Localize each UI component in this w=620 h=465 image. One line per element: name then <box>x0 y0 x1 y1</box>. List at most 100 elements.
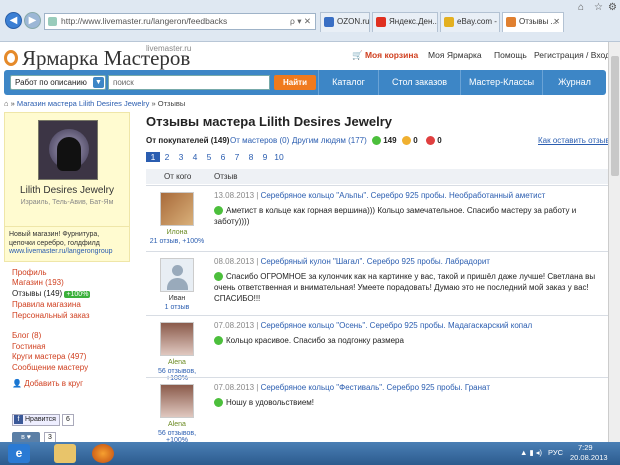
page-2[interactable]: 2 <box>160 152 174 162</box>
smile-negative-icon <box>426 136 435 146</box>
user-avatar[interactable] <box>160 384 194 418</box>
menu-circles[interactable]: Круги мастера (497) <box>12 352 130 363</box>
user-name[interactable]: Alena <box>146 421 208 428</box>
vk-share-button[interactable]: в ♥ <box>12 432 40 442</box>
tab-ozon[interactable]: OZON.ru <box>320 12 370 32</box>
tab-favicon-icon <box>324 17 334 27</box>
item-link[interactable]: Серебряное кольцо "Осень". Серебро 925 п… <box>261 321 533 330</box>
user-name[interactable]: Илона <box>146 229 208 236</box>
menu-shop[interactable]: Магазин (193) <box>12 278 130 289</box>
shop-card: Lilith Desires Jewelry Израиль, Тель-Ави… <box>4 112 130 227</box>
nav-masterclasses[interactable]: Мастер-Классы <box>460 70 542 95</box>
nav-journal[interactable]: Журнал <box>542 70 606 95</box>
page-5[interactable]: 5 <box>202 152 216 162</box>
user-review-count[interactable]: 56 отзывов, +100% <box>146 430 208 442</box>
review-header: 13.08.2013 | Серебряное кольцо "Альпы". … <box>214 191 546 200</box>
page-6[interactable]: 6 <box>216 152 230 162</box>
clock-date[interactable]: 20.08.2013 <box>570 453 608 462</box>
search-input[interactable]: поиск <box>108 75 270 90</box>
nav-catalog[interactable]: Каталог <box>318 70 378 95</box>
page-7[interactable]: 7 <box>230 152 244 162</box>
how-to-review-link[interactable]: Как оставить отзыв? <box>538 136 614 145</box>
menu-blog[interactable]: Блог (8) <box>12 331 130 342</box>
tab-ebay[interactable]: eBay.com - <box>440 12 500 32</box>
folder-icon[interactable] <box>54 444 76 463</box>
search-nav-bar: Работ по описанию ▼ поиск Найти Каталог С… <box>4 70 606 95</box>
search-mode-select[interactable]: Работ по описанию ▼ <box>10 75 106 90</box>
positive-count: 149 <box>372 136 397 146</box>
menu-message[interactable]: Сообщение мастеру <box>12 363 130 374</box>
filter-masters[interactable]: От мастеров (0) <box>230 136 289 145</box>
shop-location: Израиль, Тель-Авив, Бат-Ям <box>20 199 114 206</box>
page-8[interactable]: 8 <box>244 152 258 162</box>
menu-guest[interactable]: Гостиная <box>12 342 130 353</box>
breadcrumb-current: Отзывы <box>157 99 186 108</box>
menu-reviews: Отзывы (149) +100% <box>12 288 91 298</box>
menu-profile[interactable]: Профиль <box>12 268 130 279</box>
menu-rules[interactable]: Правила магазина <box>12 300 130 311</box>
col-from: От кого <box>164 172 192 181</box>
filter-others[interactable]: Другим людям (177) <box>292 136 367 145</box>
user-avatar[interactable] <box>160 192 194 226</box>
settings-gear-icon[interactable]: ⚙ <box>608 2 617 13</box>
site: Ярмарка Мастеров livemaster.ru 🛒 Моя кор… <box>0 42 620 442</box>
home-icon[interactable]: ⌂ <box>4 99 9 108</box>
review-text: Аметист в кольце как горная вершина))) К… <box>214 206 577 226</box>
address-bar[interactable]: http://www.livemaster.ru/langeron/feedba… <box>44 13 316 30</box>
search-button[interactable]: Найти <box>274 75 316 90</box>
user-review-count[interactable]: 21 отзыв, +100% <box>146 238 208 245</box>
neutral-count: 0 <box>402 136 418 146</box>
item-link[interactable]: Серебряный кулон "Шагал". Серебро 925 пр… <box>261 257 490 266</box>
clock-time[interactable]: 7:29 <box>578 443 593 452</box>
review-header: 08.08.2013 | Серебряный кулон "Шагал". С… <box>214 257 490 266</box>
user-avatar[interactable] <box>160 258 194 292</box>
scrollbar-thumb[interactable] <box>611 56 619 176</box>
help-link[interactable]: Помощь <box>494 50 527 60</box>
shop-desc-link[interactable]: www.livemaster.ru/langerongroup <box>9 248 113 255</box>
shop-avatar[interactable] <box>38 120 98 180</box>
home-icon[interactable]: ⌂ <box>578 2 584 13</box>
ie-icon[interactable]: e <box>8 444 30 463</box>
user-avatar[interactable] <box>160 322 194 356</box>
review-text: Спасибо ОГРОМНОЕ за кулончик как на карт… <box>214 272 596 303</box>
tray-icons[interactable]: ▲ ▮ ◂) <box>520 448 542 457</box>
page-10[interactable]: 10 <box>272 152 286 162</box>
tab-feedbacks[interactable]: Отзывы ... ✕ <box>502 12 564 32</box>
filter-buyers[interactable]: От покупателей (149) <box>146 136 229 145</box>
logo-ring-icon <box>4 50 18 66</box>
add-circle-link[interactable]: 👤 Добавить в круг <box>12 379 130 390</box>
user-name[interactable]: Alena <box>146 359 208 366</box>
tab-close-icon[interactable]: ✕ <box>553 13 560 31</box>
review-text: Ношу в удовольствием! <box>214 397 604 408</box>
cart-link[interactable]: 🛒 Моя корзина <box>352 50 418 61</box>
tab-yandex[interactable]: Яндекс.Ден... <box>372 12 438 32</box>
user-name[interactable]: Иван <box>146 295 208 302</box>
review-row: Иван 1 отзыв 08.08.2013 | Серебряный кул… <box>146 251 608 315</box>
my-fair-link[interactable]: Моя Ярмарка <box>428 50 482 60</box>
vertical-scrollbar[interactable] <box>608 42 620 442</box>
firefox-icon[interactable] <box>92 444 114 463</box>
menu-personal[interactable]: Персональный заказ <box>12 311 130 322</box>
item-link[interactable]: Серебряное кольцо "Альпы". Серебро 925 п… <box>261 191 546 200</box>
address-controls[interactable]: ρ ▾ ✕ <box>290 14 311 29</box>
facebook-like-button[interactable]: Нравится <box>12 414 60 426</box>
reviews-main: Отзывы мастера Lilith Desires Jewelry От… <box>146 112 614 442</box>
favorites-icon[interactable]: ☆ <box>594 2 603 13</box>
language-indicator[interactable]: РУС <box>548 448 563 457</box>
table-header: От кого Отзыв <box>146 169 608 184</box>
breadcrumb-shop[interactable]: Магазин мастера Lilith Desires Jewelry <box>17 99 149 108</box>
shop-description: Новый магазин! Фурнитура, цепочки серебр… <box>4 227 130 262</box>
back-button[interactable]: ◀ <box>5 12 22 29</box>
forward-button[interactable]: ▶ <box>24 12 41 29</box>
user-review-count[interactable]: 1 отзыв <box>146 304 208 311</box>
nav-orders[interactable]: Стол заказов <box>378 70 460 95</box>
page-4[interactable]: 4 <box>188 152 202 162</box>
negative-count: 0 <box>426 136 442 146</box>
add-user-icon: 👤 <box>12 379 22 388</box>
item-link[interactable]: Серебряное кольцо "Фестиваль". Серебро 9… <box>261 383 490 392</box>
page-3[interactable]: 3 <box>174 152 188 162</box>
page-9[interactable]: 9 <box>258 152 272 162</box>
login-link[interactable]: Регистрация / Вход <box>534 50 610 60</box>
review-text: Кольцо красивое. Спасибо за подгонку раз… <box>214 335 604 346</box>
page-1[interactable]: 1 <box>146 152 160 162</box>
